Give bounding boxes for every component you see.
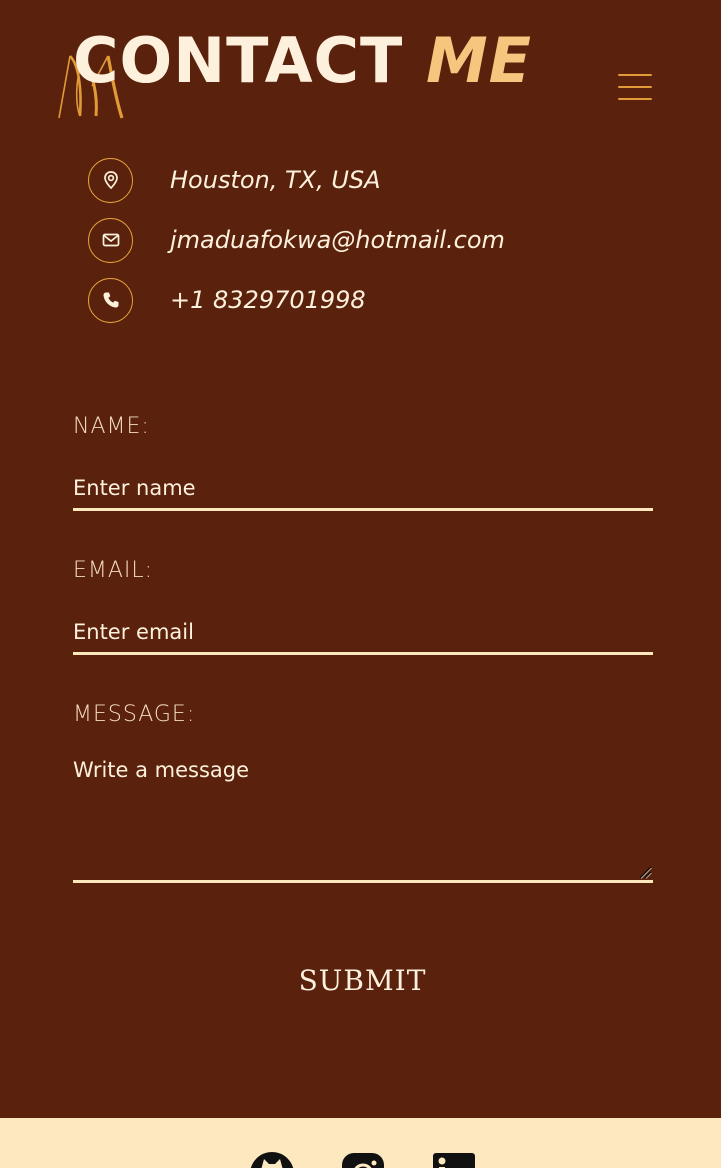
contact-location: Houston, TX, USA — [88, 157, 381, 203]
contact-phone: +1 8329701998 — [88, 277, 366, 323]
contact-page: CONTACT ME Houston, TX, USA jmaduafokwa@… — [0, 0, 721, 1168]
footer — [0, 1118, 721, 1168]
submit-button[interactable]: SUBMIT — [260, 955, 465, 1005]
location-pin-icon — [88, 157, 133, 203]
page-title: CONTACT ME — [73, 26, 532, 96]
menu-line-bottom — [618, 98, 652, 100]
mail-icon — [88, 217, 133, 263]
instagram-icon[interactable] — [340, 1151, 386, 1168]
message-textarea[interactable] — [73, 752, 653, 883]
contact-location-text: Houston, TX, USA — [170, 166, 381, 194]
email-label: EMAIL: — [73, 558, 154, 583]
phone-icon — [88, 277, 133, 323]
title-accent: ME — [425, 24, 532, 97]
message-label: MESSAGE: — [73, 702, 196, 727]
resize-grip-icon[interactable] — [639, 866, 652, 879]
title-main: CONTACT — [73, 24, 426, 97]
name-input[interactable] — [73, 467, 653, 511]
name-label: NAME: — [73, 414, 150, 439]
contact-phone-link[interactable]: +1 8329701998 — [170, 286, 366, 314]
menu-button[interactable] — [614, 70, 656, 104]
email-input[interactable] — [73, 611, 653, 655]
contact-email-link[interactable]: jmaduafokwa@hotmail.com — [170, 226, 505, 254]
contact-email: jmaduafokwa@hotmail.com — [88, 217, 505, 263]
menu-line-middle — [618, 86, 652, 88]
github-icon[interactable] — [249, 1151, 295, 1168]
menu-line-top — [618, 74, 652, 76]
linkedin-icon[interactable] — [431, 1151, 477, 1168]
